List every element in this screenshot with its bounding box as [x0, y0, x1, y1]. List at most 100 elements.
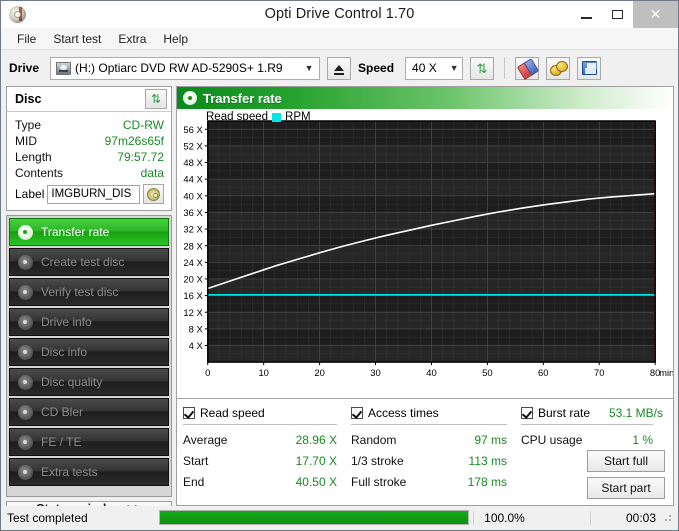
- svg-text:52 X: 52 X: [183, 141, 203, 152]
- read-speed-checkbox[interactable]: [183, 406, 195, 419]
- start-full-button[interactable]: Start full: [587, 450, 665, 472]
- elapsed-time: 00:03: [590, 510, 662, 525]
- stats-read-speed: Read speed Average 28.96 X Start 17.70 X…: [183, 404, 351, 501]
- menu-item-file[interactable]: File: [9, 29, 44, 49]
- window-title: Opti Drive Control 1.70: [264, 6, 415, 22]
- svg-text:16 X: 16 X: [183, 291, 203, 302]
- svg-text:12 X: 12 X: [183, 308, 203, 319]
- chart-area: Read speed RPM 4 X 8 X 12 X 16 X 20 X 24 X 28 …: [177, 109, 673, 398]
- disc-info-panel: Disc ⇅ Type CD-RW MID 97m26s65f Length 7…: [6, 86, 172, 211]
- stat-key: Average: [183, 432, 228, 447]
- svg-text:40 X: 40 X: [183, 191, 203, 202]
- stat-key: Start: [183, 453, 209, 468]
- burst-rate-checkbox[interactable]: [521, 406, 533, 419]
- left-sidebar: Disc ⇅ Type CD-RW MID 97m26s65f Length 7…: [6, 86, 172, 517]
- burst-rate-value: 53.1 MB/s: [608, 405, 663, 420]
- progress-percent-label: 100.0%: [473, 510, 535, 525]
- drive-select-value: (H:) Optiarc DVD RW AD-5290S+ 1.R9: [75, 61, 283, 75]
- stats-burst-rate: Burst rate 53.1 MB/s CPU usage 1 % Start…: [521, 404, 667, 501]
- chart-panel: Transfer rate Read speed RPM 4 X 8 X 12 X 1…: [176, 86, 674, 399]
- menu-item-extra[interactable]: Extra: [110, 29, 154, 49]
- toolbar-divider: [504, 57, 506, 79]
- sidebar-item-label: Disc quality: [41, 375, 103, 389]
- disc-info-rows: Type CD-RW MID 97m26s65f Length 79:57.72…: [7, 112, 171, 210]
- resize-grip-icon[interactable]: [662, 512, 674, 524]
- progress-fill: [160, 511, 468, 524]
- sidebar-item-extra-tests[interactable]: Extra tests: [9, 458, 169, 486]
- refresh-button[interactable]: ⇅: [470, 56, 495, 80]
- drive-select[interactable]: (H:) Optiarc DVD RW AD-5290S+ 1.R9 ▼: [50, 56, 321, 80]
- svg-text:28 X: 28 X: [183, 241, 203, 252]
- access-times-checkbox[interactable]: [351, 406, 363, 419]
- refresh-icon: ⇅: [150, 92, 162, 106]
- drive-label: Drive: [9, 61, 40, 75]
- sidebar-item-disc-info[interactable]: Disc info: [9, 338, 169, 366]
- burst-rate-checkbox-row[interactable]: Burst rate 53.1 MB/s: [521, 404, 667, 421]
- eject-icon: [334, 65, 345, 75]
- disc-row-mid: MID 97m26s65f: [15, 133, 164, 149]
- stat-row-full-stroke: Full stroke 178 ms: [351, 471, 521, 492]
- sidebar-item-disc-quality[interactable]: Disc quality: [9, 368, 169, 396]
- svg-text:36 X: 36 X: [183, 208, 203, 219]
- disc-icon: [18, 464, 33, 480]
- stat-value: 97 ms: [474, 432, 507, 447]
- disc-icon: [18, 314, 33, 330]
- stat-key: CPU usage: [521, 432, 583, 447]
- stats-panel: Read speed Average 28.96 X Start 17.70 X…: [176, 399, 674, 506]
- stat-key: Random: [351, 432, 397, 447]
- disc-label-row: Label IMGBURN_DIS: [15, 184, 164, 204]
- svg-text:8 X: 8 X: [189, 324, 204, 335]
- cd-icon: [147, 187, 160, 201]
- disc-label-button[interactable]: [143, 184, 164, 204]
- status-message: Test completed: [7, 510, 88, 525]
- sidebar-item-label: Create test disc: [41, 255, 125, 269]
- svg-text:20: 20: [314, 368, 324, 379]
- disc-icon: [18, 344, 33, 360]
- sidebar-item-drive-info[interactable]: Drive info: [9, 308, 169, 336]
- svg-text:32 X: 32 X: [183, 225, 203, 236]
- stat-row-average: Average 28.96 X: [183, 429, 351, 450]
- speed-select[interactable]: 40 X ▼: [405, 56, 464, 80]
- progress-bar: [159, 510, 469, 525]
- sidebar-item-label: FE / TE: [41, 435, 82, 449]
- disc-icon: [18, 254, 33, 270]
- access-times-label: Access times: [368, 405, 439, 420]
- svg-text:24 X: 24 X: [183, 258, 203, 269]
- stat-row-cpu-usage: CPU usage 1 %: [521, 429, 667, 450]
- legend-label-rpm: RPM: [285, 111, 311, 123]
- sidebar-item-label: Verify test disc: [41, 285, 119, 299]
- menu-item-start-test[interactable]: Start test: [45, 29, 109, 49]
- disc-label-input[interactable]: IMGBURN_DIS: [47, 184, 140, 204]
- sidebar-item-transfer-rate[interactable]: Transfer rate: [9, 218, 169, 246]
- erase-button[interactable]: [515, 56, 540, 80]
- chart-panel-title: Transfer rate: [203, 90, 282, 106]
- disc-panel-title: Disc: [15, 92, 42, 106]
- disc-key: Type: [15, 118, 42, 132]
- stats-access-times: Access times Random 97 ms 1/3 stroke 113…: [351, 404, 521, 501]
- svg-text:4 X: 4 X: [189, 341, 204, 352]
- stat-value: 1 %: [632, 432, 653, 447]
- disc-refresh-button[interactable]: ⇅: [145, 89, 167, 109]
- sidebar-item-create-test-disc[interactable]: Create test disc: [9, 248, 169, 276]
- disc-value: data: [140, 166, 164, 180]
- save-button[interactable]: [577, 56, 602, 80]
- speed-select-value: 40 X: [412, 61, 437, 75]
- coins-button[interactable]: [546, 56, 571, 80]
- svg-text:20 X: 20 X: [183, 275, 203, 286]
- eraser-icon: [517, 58, 537, 78]
- start-part-button[interactable]: Start part: [587, 477, 665, 499]
- access-times-checkbox-row[interactable]: Access times: [351, 404, 521, 421]
- svg-text:10: 10: [258, 368, 268, 379]
- sidebar-item-verify-test-disc[interactable]: Verify test disc: [9, 278, 169, 306]
- sidebar-item-cd-bler[interactable]: CD Bler: [9, 398, 169, 426]
- sidebar-item-fe-te[interactable]: FE / TE: [9, 428, 169, 456]
- start-buttons: Start full Start part: [587, 450, 667, 501]
- sidebar-item-label: CD Bler: [41, 405, 84, 419]
- menu-item-help[interactable]: Help: [155, 29, 196, 49]
- eject-button[interactable]: [327, 56, 352, 80]
- read-speed-checkbox-row[interactable]: Read speed: [183, 404, 351, 421]
- disc-icon: [18, 374, 33, 390]
- application-window: Opti Drive Control 1.70 ✕ File Start tes…: [0, 0, 679, 531]
- stat-row-start: Start 17.70 X: [183, 450, 351, 471]
- stat-value: 17.70 X: [295, 453, 337, 468]
